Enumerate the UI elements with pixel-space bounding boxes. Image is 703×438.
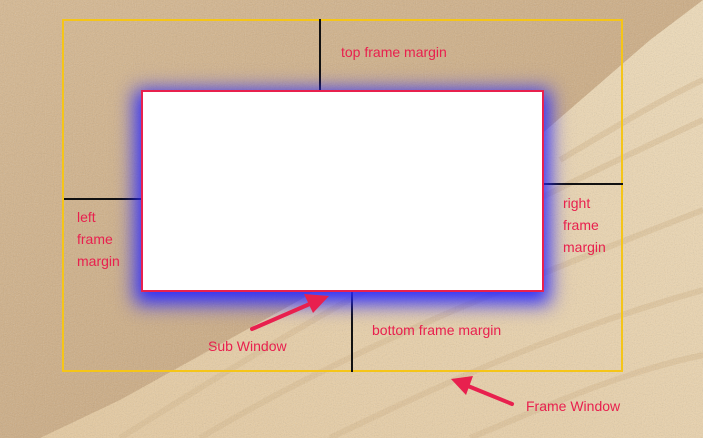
sub-window-arrow [250,294,329,331]
diagram-canvas: top frame margin left frame margin right… [0,0,703,438]
frame-window-arrow [451,376,514,406]
arrows-layer [250,294,514,406]
